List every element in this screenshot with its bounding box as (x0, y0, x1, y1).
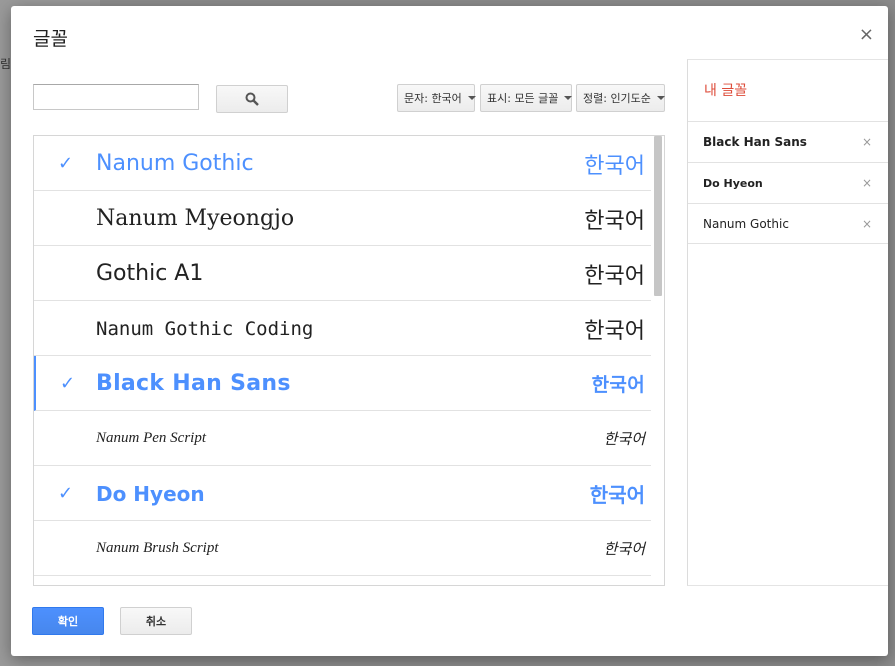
remove-icon[interactable]: × (862, 122, 872, 162)
font-name: Black Han Sans (96, 371, 291, 396)
check-icon: ✓ (60, 373, 76, 394)
font-sample: 한국어 (603, 432, 645, 448)
check-icon: ✓ (58, 153, 74, 174)
font-sample: 한국어 (603, 542, 645, 558)
show-filter-label: 표시: 모든 글꼴 (487, 92, 559, 105)
search-icon (245, 92, 259, 106)
my-font-item[interactable]: Do Hyeon × (688, 162, 888, 203)
my-font-label: Nanum Gothic (703, 217, 789, 231)
font-sample: 한국어 (584, 153, 645, 179)
cancel-button[interactable]: 취소 (120, 607, 192, 635)
font-name: Nanum Gothic (96, 151, 254, 176)
check-icon: ✓ (58, 483, 74, 504)
font-sample: 한국어 (584, 263, 645, 289)
list-scrollbar[interactable] (654, 136, 662, 296)
my-font-item[interactable]: Black Han Sans × (688, 121, 888, 162)
font-sample: 한국어 (584, 318, 645, 344)
ok-button[interactable]: 확인 (32, 607, 104, 635)
font-row-nanum-pen-script[interactable]: Nanum Pen Script 한국어 (34, 411, 651, 466)
my-font-label: Black Han Sans (703, 135, 807, 149)
remove-icon[interactable]: × (862, 204, 872, 244)
my-fonts-list: Black Han Sans × Do Hyeon × Nanum Gothic… (688, 121, 888, 244)
font-name: Nanum Pen Script (96, 430, 206, 446)
my-font-item[interactable]: Nanum Gothic × (688, 203, 888, 244)
my-font-label: Do Hyeon (703, 176, 763, 190)
search-input[interactable] (33, 84, 199, 110)
font-row-do-hyeon[interactable]: ✓ Do Hyeon 한국어 (34, 466, 651, 521)
sort-label: 정렬: 인기도순 (583, 92, 651, 105)
font-name: Gothic A1 (96, 261, 204, 286)
close-icon[interactable]: × (859, 24, 874, 45)
my-fonts-title: 내 글꼴 (704, 83, 748, 99)
script-filter-label: 문자: 한국어 (404, 92, 462, 105)
font-sample: 한국어 (591, 374, 645, 396)
font-row-black-han-sans[interactable]: ✓ Black Han Sans 한국어 (34, 356, 651, 411)
my-fonts-panel: 내 글꼴 Black Han Sans × Do Hyeon × Nanum G… (687, 59, 888, 586)
font-sample: 한국어 (589, 483, 645, 507)
remove-icon[interactable]: × (862, 163, 872, 203)
show-filter-dropdown[interactable]: 표시: 모든 글꼴 (480, 84, 573, 112)
dialog-title: 글꼴 (33, 28, 68, 50)
font-dialog: 글꼴 × 문자: 한국어 표시: 모든 글꼴 정렬: 인기도순 ✓ Nanum … (11, 6, 888, 656)
sort-dropdown[interactable]: 정렬: 인기도순 (576, 84, 665, 112)
script-filter-dropdown[interactable]: 문자: 한국어 (397, 84, 476, 112)
font-row-nanum-brush-script[interactable]: Nanum Brush Script 한국어 (34, 521, 651, 576)
font-row-nanum-gothic[interactable]: ✓ Nanum Gothic 한국어 (34, 136, 651, 191)
chevron-down-icon (564, 96, 573, 100)
font-row-nanum-myeongjo[interactable]: Nanum Myeongjo 한국어 (34, 191, 651, 246)
font-sample: 한국어 (584, 208, 645, 234)
font-name: Nanum Gothic Coding (96, 317, 314, 340)
font-row-nanum-gothic-coding[interactable]: Nanum Gothic Coding 한국어 (34, 301, 651, 356)
background-text: 림 (0, 57, 12, 71)
chevron-down-icon (467, 96, 476, 100)
search-button[interactable] (216, 85, 288, 113)
chevron-down-icon (656, 96, 665, 100)
font-list: ✓ Nanum Gothic 한국어 Nanum Myeongjo 한국어 Go… (33, 135, 665, 586)
font-name: Nanum Brush Script (96, 540, 219, 556)
font-row-gothic-a1[interactable]: Gothic A1 한국어 (34, 246, 651, 301)
font-name: Do Hyeon (96, 481, 205, 506)
font-name: Nanum Myeongjo (96, 206, 295, 231)
